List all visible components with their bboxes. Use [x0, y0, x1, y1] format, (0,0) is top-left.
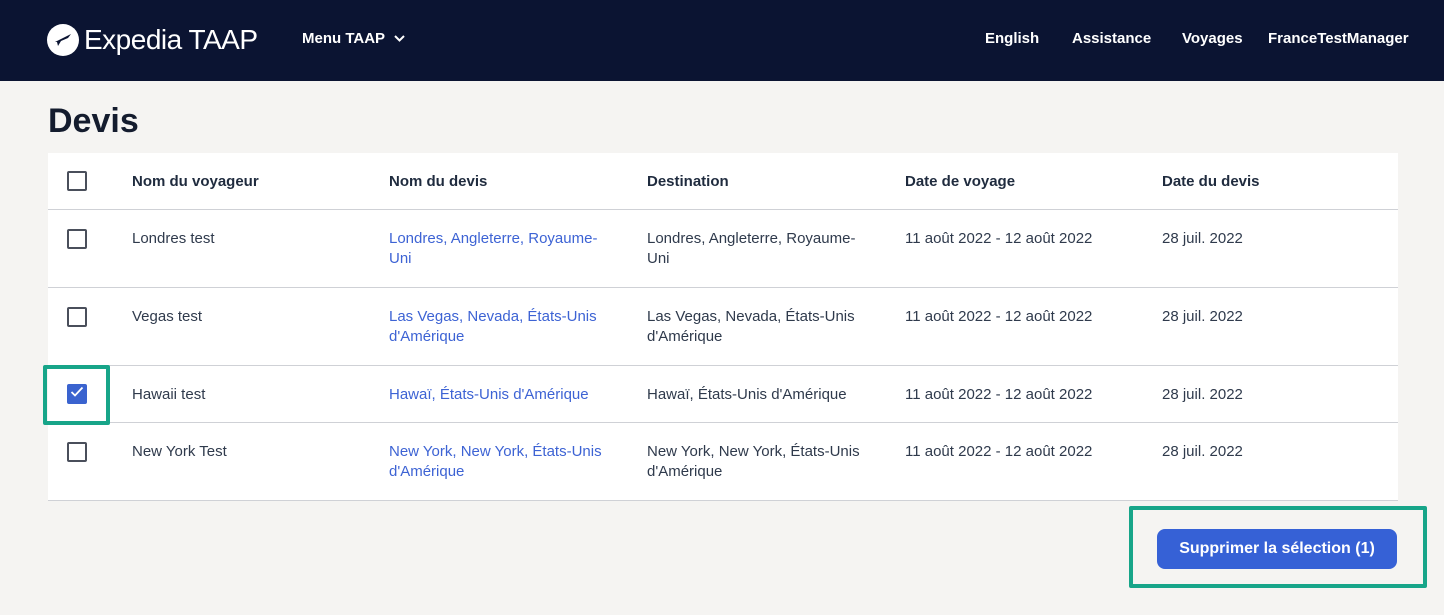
- table-row: Vegas test Las Vegas, Nevada, États-Unis…: [48, 288, 1398, 366]
- column-header-traveler[interactable]: Nom du voyageur: [132, 172, 362, 192]
- traveler-name: Londres test: [132, 230, 215, 247]
- select-all-checkbox[interactable]: [67, 171, 87, 191]
- traveler-name: Vegas test: [132, 308, 203, 325]
- quote-name-link[interactable]: Las Vegas, Nevada, États-Unis d'Amérique: [389, 307, 619, 347]
- expedia-taap-logo[interactable]: Expedia TAAP: [47, 24, 258, 56]
- travel-date: 11 août 2022 - 12 août 2022: [905, 443, 1093, 460]
- destination: Londres, Angleterre, Royaume-Uni: [647, 230, 856, 267]
- row-checkbox[interactable]: [67, 442, 87, 462]
- column-header-quote-date[interactable]: Date du devis: [1162, 172, 1362, 192]
- table-row: Hawaii test Hawaï, États-Unis d'Amérique…: [48, 366, 1398, 423]
- table-row: New York Test New York, New York, États-…: [48, 423, 1398, 501]
- quote-date: 28 juil. 2022: [1162, 308, 1243, 325]
- nav-account[interactable]: FranceTestManager: [1268, 30, 1409, 47]
- quote-name-link[interactable]: Londres, Angleterre, Royaume-Uni: [389, 229, 619, 269]
- quote-date: 28 juil. 2022: [1162, 443, 1243, 460]
- column-header-travel-date[interactable]: Date de voyage: [905, 172, 1145, 192]
- nav-trips[interactable]: Voyages: [1182, 30, 1243, 47]
- chevron-down-icon: [394, 35, 405, 42]
- destination: New York, New York, États-Unis d'Amériqu…: [647, 443, 860, 480]
- checkbox-highlight-frame: [43, 365, 110, 425]
- quote-name-link[interactable]: Hawaï, États-Unis d'Amérique: [389, 385, 619, 405]
- top-header: Expedia TAAP Menu TAAP English Assistanc…: [0, 0, 1444, 81]
- destination: Las Vegas, Nevada, États-Unis d'Amérique: [647, 308, 855, 345]
- destination: Hawaï, États-Unis d'Amérique: [647, 386, 847, 403]
- quote-date: 28 juil. 2022: [1162, 386, 1243, 403]
- nav-assistance[interactable]: Assistance: [1072, 30, 1151, 47]
- quote-name-link[interactable]: New York, New York, États-Unis d'Amériqu…: [389, 442, 619, 482]
- row-checkbox[interactable]: [67, 307, 87, 327]
- table-header-row: Nom du voyageur Nom du devis Destination…: [48, 153, 1398, 210]
- column-header-quote[interactable]: Nom du devis: [389, 172, 619, 192]
- plane-globe-icon: [47, 24, 79, 56]
- row-checkbox[interactable]: [67, 229, 87, 249]
- menu-taap-dropdown[interactable]: Menu TAAP: [302, 30, 405, 47]
- travel-date: 11 août 2022 - 12 août 2022: [905, 308, 1093, 325]
- column-header-destination[interactable]: Destination: [647, 172, 877, 192]
- traveler-name: New York Test: [132, 443, 227, 460]
- page-title: Devis: [48, 102, 139, 140]
- quote-date: 28 juil. 2022: [1162, 230, 1243, 247]
- brand-name: Expedia TAAP: [84, 24, 258, 55]
- quotes-table: Nom du voyageur Nom du devis Destination…: [48, 153, 1398, 501]
- traveler-name: Hawaii test: [132, 386, 206, 403]
- travel-date: 11 août 2022 - 12 août 2022: [905, 386, 1093, 403]
- travel-date: 11 août 2022 - 12 août 2022: [905, 230, 1093, 247]
- nav-language[interactable]: English: [985, 30, 1039, 47]
- delete-selection-button[interactable]: Supprimer la sélection (1): [1157, 529, 1397, 569]
- table-row: Londres test Londres, Angleterre, Royaum…: [48, 210, 1398, 288]
- menu-taap-label: Menu TAAP: [302, 30, 386, 47]
